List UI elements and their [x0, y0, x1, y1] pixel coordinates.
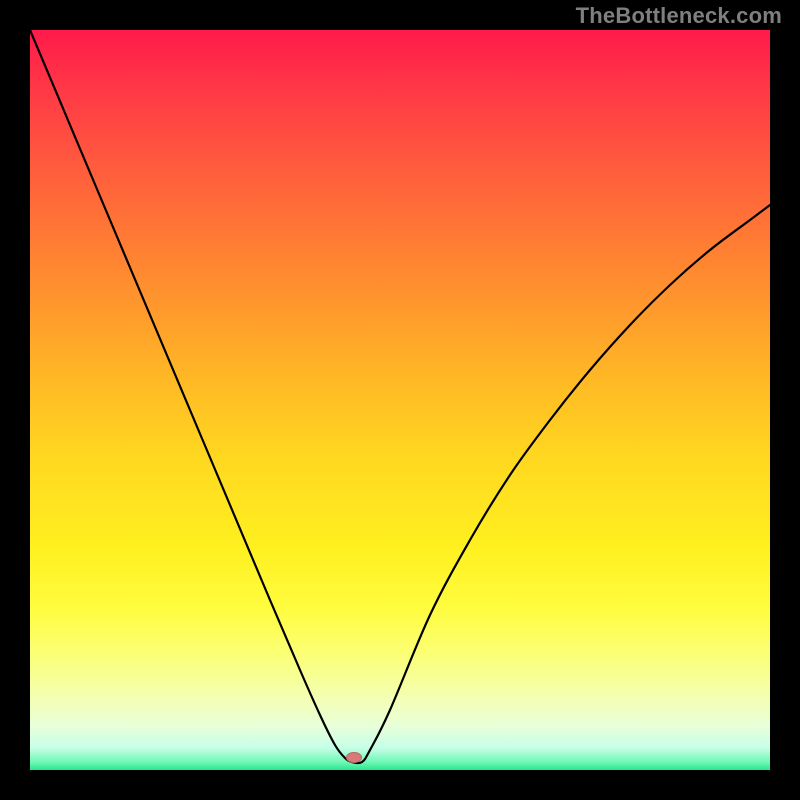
watermark-text: TheBottleneck.com	[576, 3, 782, 29]
chart-frame: TheBottleneck.com	[0, 0, 800, 800]
bottleneck-curve	[30, 30, 770, 770]
curve-path	[30, 30, 770, 763]
optimal-point-marker	[346, 752, 362, 763]
plot-area	[30, 30, 770, 770]
